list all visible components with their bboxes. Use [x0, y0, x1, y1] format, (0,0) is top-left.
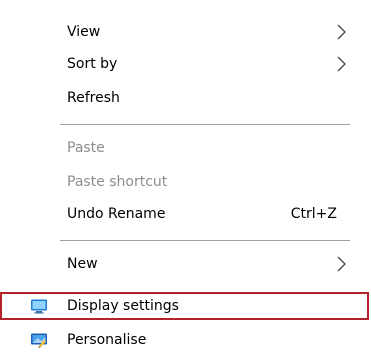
menu-item-label: Refresh: [67, 90, 120, 106]
menu-item-refresh[interactable]: Refresh: [0, 84, 362, 112]
menu-item-view[interactable]: View: [0, 18, 362, 46]
menu-item-undo-rename[interactable]: Undo Rename Ctrl+Z: [0, 200, 362, 228]
menu-item-label: Personalise: [67, 332, 147, 348]
menu-separator: [60, 124, 350, 125]
chevron-right-icon: [337, 256, 346, 272]
personalise-icon: [31, 333, 47, 348]
highlight-box-display-settings: [0, 292, 369, 320]
menu-item-paste-shortcut: Paste shortcut: [0, 168, 362, 196]
menu-item-paste: Paste: [0, 134, 362, 162]
menu-item-label: New: [67, 256, 98, 272]
menu-separator: [60, 240, 350, 241]
menu-item-label: Sort by: [67, 56, 118, 72]
chevron-right-icon: [337, 24, 346, 40]
menu-item-label: Paste shortcut: [67, 174, 168, 190]
menu-item-new[interactable]: New: [0, 250, 362, 278]
menu-item-sort-by[interactable]: Sort by: [0, 50, 362, 78]
chevron-right-icon: [337, 56, 346, 72]
menu-item-label: Undo Rename: [67, 206, 166, 222]
keyboard-shortcut: Ctrl+Z: [290, 206, 337, 222]
menu-item-label: Paste: [67, 140, 105, 156]
menu-item-label: View: [67, 24, 101, 40]
menu-item-personalise[interactable]: Personalise: [0, 326, 362, 354]
